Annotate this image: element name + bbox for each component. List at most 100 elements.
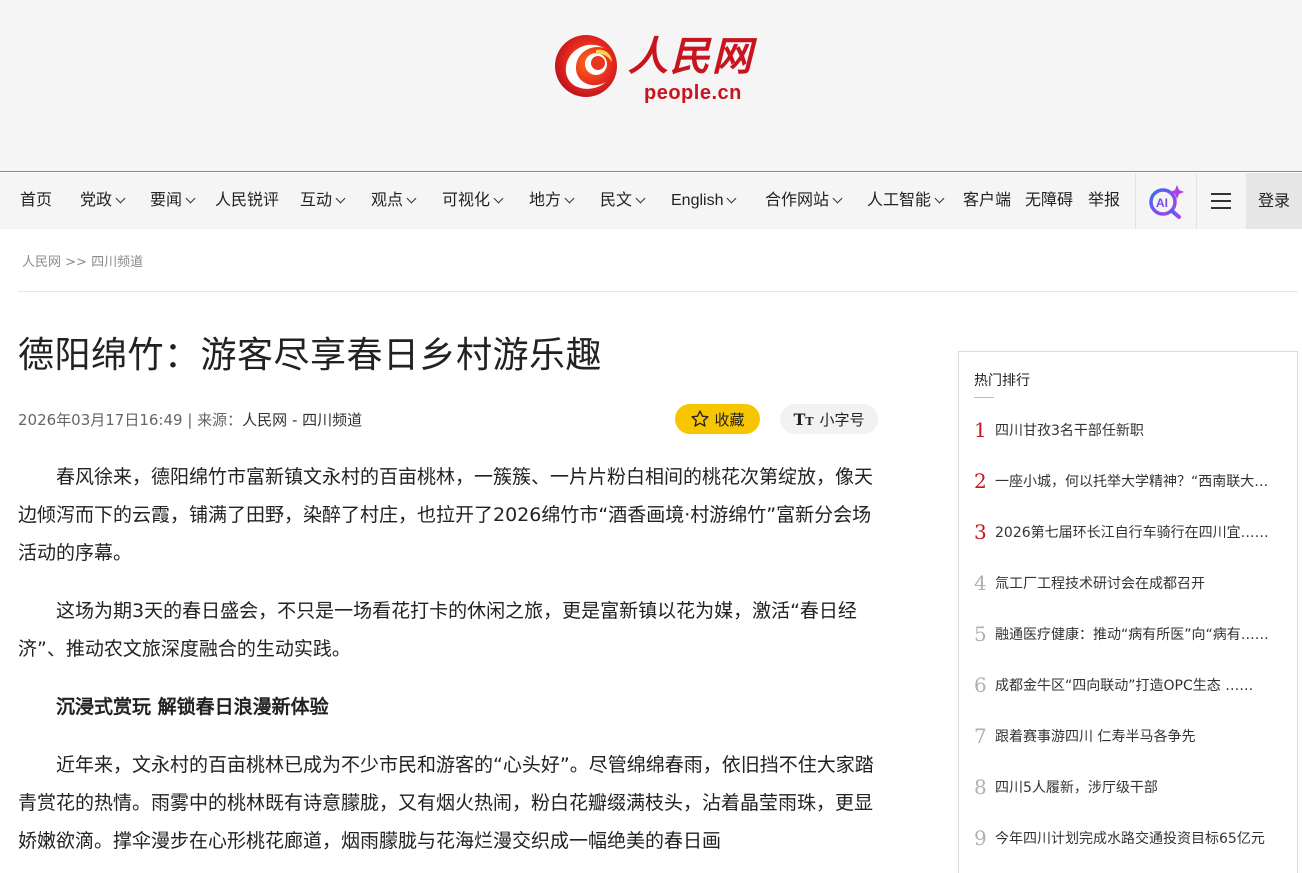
rank-headline: 今年四川计划完成水路交通投资目标65亿元 [995, 831, 1265, 847]
hot-ranking-title: 热门排行 [974, 373, 1030, 389]
chevron-down-icon [832, 193, 843, 204]
breadcrumb: 人民网 >> 四川频道 [22, 251, 143, 270]
article-meta: 2026年03月17日16:49 | 来源：人民网 - 四川频道 [18, 409, 362, 430]
article-source-link[interactable]: 人民网 - 四川频道 [242, 411, 362, 429]
nav-item-ai[interactable]: 人工智能 [867, 173, 945, 229]
nav-label: 要闻 [150, 192, 183, 209]
nav-label: 地方 [529, 192, 562, 209]
hot-ranking-item[interactable]: 1 四川甘孜3名干部任新职 [974, 418, 1274, 442]
nav-item-news[interactable]: 要闻 [150, 173, 196, 229]
article-body: 春风徐来，德阳绵竹市富新镇文永村的百亩桃林，一簇簇、一片片粉白相间的桃花次第绽放… [18, 458, 880, 873]
login-button[interactable]: 登录 [1246, 173, 1302, 229]
nav-label: 人民锐评 [215, 192, 280, 209]
nav-item-commentary[interactable]: 人民锐评 [215, 173, 279, 229]
chevron-down-icon [185, 193, 196, 204]
hamburger-menu-icon [1211, 193, 1231, 209]
nav-item-ethnic[interactable]: 民文 [600, 173, 646, 229]
breadcrumb-channel-link[interactable]: 四川频道 [91, 255, 143, 270]
chevron-down-icon [115, 193, 126, 204]
site-logo[interactable]: 人民网 people.cn [552, 26, 767, 110]
nav-label: 首页 [20, 192, 53, 209]
rank-headline: 成都金牛区“四向联动”打造OPC生态 …… [995, 678, 1254, 694]
rank-number: 4 [974, 571, 987, 595]
nav-item-app[interactable]: 客户端 [963, 173, 1011, 229]
logo-english-text: people.cn [644, 82, 742, 104]
chevron-down-icon [335, 193, 346, 204]
article-paragraph: 这场为期3天的春日盛会，不只是一场看花打卡的休闲之旅，更是富新镇以花为媒，激活“… [18, 600, 857, 660]
breadcrumb-divider [18, 291, 1298, 292]
rank-number: 7 [974, 724, 987, 748]
ai-search-button[interactable]: AI [1136, 173, 1196, 229]
nav-item-party[interactable]: 党政 [80, 173, 126, 229]
nav-item-visual[interactable]: 可视化 [442, 173, 504, 229]
rank-headline: 一座小城，何以托举大学精神？“西南联大…… [995, 474, 1273, 490]
article-paragraph: 春风徐来，德阳绵竹市富新镇文永村的百亩桃林，一簇簇、一片片粉白相间的桃花次第绽放… [18, 466, 874, 564]
source-prefix: | 来源： [182, 411, 243, 429]
logo-chinese-text: 人民网 [628, 33, 754, 80]
svg-text:AI: AI [1156, 196, 1168, 210]
chevron-down-icon [406, 193, 417, 204]
nav-label: 人工智能 [867, 192, 932, 209]
rank-number: 1 [974, 418, 987, 442]
nav-label: English [671, 192, 724, 209]
nav-label: 无障碍 [1025, 192, 1074, 209]
nav-label: 举报 [1088, 192, 1121, 209]
nav-item-interaction[interactable]: 互动 [300, 173, 346, 229]
chevron-down-icon [635, 193, 646, 204]
menu-button[interactable] [1197, 173, 1245, 229]
main-nav: 首页 党政 要闻 人民锐评 互动 观点 可视化 地方 民文 English 合作… [0, 173, 1302, 229]
hot-ranking-panel: 热门排行 1 四川甘孜3名干部任新职 2 一座小城，何以托举大学精神？“西南联大……… [958, 351, 1298, 873]
hot-ranking-item[interactable]: 3 2026第七届环长江自行车骑行在四川宜…… [974, 520, 1274, 544]
ai-search-icon: AI [1149, 185, 1184, 219]
header-band: 人民网 people.cn [0, 0, 1302, 172]
favorite-label: 收藏 [714, 410, 745, 429]
nav-label: 可视化 [442, 192, 491, 209]
rank-number: 2 [974, 469, 987, 493]
chevron-down-icon [727, 193, 737, 204]
rank-number: 9 [974, 826, 987, 850]
article-title: 德阳绵竹：游客尽享春日乡村游乐趣 [18, 335, 603, 376]
hot-ranking-item[interactable]: 7 跟着赛事游四川 仁寿半马各争先 [974, 724, 1274, 748]
chevron-down-icon [564, 193, 575, 204]
nav-item-accessibility[interactable]: 无障碍 [1025, 173, 1073, 229]
nav-item-home[interactable]: 首页 [20, 173, 52, 229]
nav-item-partners[interactable]: 合作网站 [765, 173, 843, 229]
nav-item-opinion[interactable]: 观点 [371, 173, 417, 229]
rank-headline: 2026第七届环长江自行车骑行在四川宜…… [995, 525, 1269, 541]
hot-ranking-item[interactable]: 4 氚工厂工程技术研讨会在成都召开 [974, 571, 1274, 595]
rank-headline: 四川甘孜3名干部任新职 [995, 423, 1144, 439]
hot-ranking-item[interactable]: 2 一座小城，何以托举大学精神？“西南联大…… [974, 469, 1274, 493]
rank-headline: 氚工厂工程技术研讨会在成都召开 [995, 576, 1205, 592]
rank-headline: 融通医疗健康：推动“病有所医”向“病有…… [995, 627, 1269, 643]
nav-label: 党政 [80, 192, 113, 209]
hot-ranking-item[interactable]: 6 成都金牛区“四向联动”打造OPC生态 …… [974, 673, 1274, 697]
rank-number: 5 [974, 622, 987, 646]
font-size-icon: TT [793, 409, 814, 429]
rank-number: 8 [974, 775, 987, 799]
hot-ranking-item[interactable]: 8 四川5人履新，涉厅级干部 [974, 775, 1274, 799]
breadcrumb-home-link[interactable]: 人民网 [22, 255, 61, 270]
nav-item-local[interactable]: 地方 [529, 173, 575, 229]
title-underline [974, 397, 994, 398]
breadcrumb-separator: >> [65, 255, 87, 270]
hot-ranking-item[interactable]: 5 融通医疗健康：推动“病有所医”向“病有…… [974, 622, 1274, 646]
font-size-button[interactable]: TT 小字号 [780, 404, 878, 434]
rank-number: 6 [974, 673, 987, 697]
nav-label: 合作网站 [765, 192, 830, 209]
nav-item-report[interactable]: 举报 [1088, 173, 1120, 229]
font-size-label: 小字号 [819, 410, 865, 429]
favorite-button[interactable]: 收藏 [675, 404, 760, 434]
nav-label: 观点 [371, 192, 404, 209]
article-subheading: 沉浸式赏玩 解锁春日浪漫新体验 [56, 696, 329, 718]
hot-ranking-item[interactable]: 9 今年四川计划完成水路交通投资目标65亿元 [974, 826, 1274, 850]
article-datetime: 2026年03月17日16:49 [18, 411, 183, 429]
nav-item-english[interactable]: English [671, 173, 737, 229]
nav-label: 民文 [600, 192, 633, 209]
rank-headline: 四川5人履新，涉厅级干部 [995, 780, 1158, 796]
article-paragraph: 近年来，文永村的百亩桃林已成为不少市民和游客的“心头好”。尽管绵绵春雨，依旧挡不… [18, 754, 874, 852]
chevron-down-icon [934, 193, 945, 204]
nav-label: 互动 [300, 192, 333, 209]
star-icon [691, 410, 710, 427]
chevron-down-icon [493, 193, 504, 204]
rank-headline: 跟着赛事游四川 仁寿半马各争先 [995, 729, 1196, 745]
